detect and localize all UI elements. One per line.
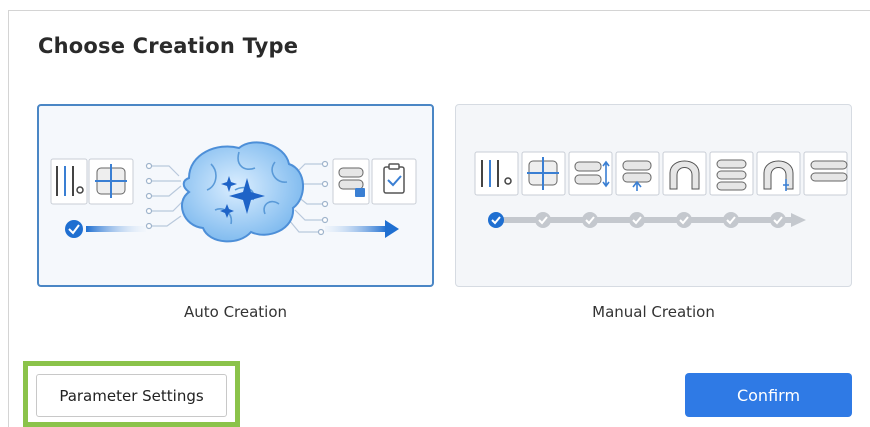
check-icon xyxy=(488,212,504,228)
aligner-model-icon xyxy=(332,158,370,205)
segmentation-icon xyxy=(521,151,566,196)
arrow-right-icon xyxy=(325,220,399,238)
aligner-icon xyxy=(803,151,848,196)
auto-creation-card[interactable] xyxy=(37,104,434,287)
aligner-model-icon xyxy=(709,151,754,196)
dialog-border-top xyxy=(8,10,870,11)
circuit-left xyxy=(151,165,184,227)
segmentation-icon xyxy=(88,158,134,205)
step-progress xyxy=(488,212,806,228)
teeth-movement-icon xyxy=(568,151,613,196)
arch-select-icon xyxy=(756,151,801,196)
tools-icon xyxy=(474,151,519,196)
parameter-settings-button[interactable]: Parameter Settings xyxy=(36,374,227,417)
manual-creation-card[interactable] xyxy=(455,104,852,287)
checklist-icon xyxy=(371,158,417,205)
dialog-title: Choose Creation Type xyxy=(38,34,299,58)
auto-creation-label: Auto Creation xyxy=(183,303,288,321)
arch-icon xyxy=(662,151,707,196)
manual-creation-illustration xyxy=(474,151,848,228)
brain-icon xyxy=(181,141,305,243)
confirm-button[interactable]: Confirm xyxy=(685,373,852,417)
tools-icon xyxy=(50,158,88,205)
auto-creation-illustration xyxy=(50,141,417,243)
manual-creation-label: Manual Creation xyxy=(592,303,715,321)
arrow-right-icon xyxy=(791,213,806,227)
check-icon xyxy=(65,220,83,238)
dialog-border-left xyxy=(8,10,9,427)
model-upload-icon xyxy=(615,151,660,196)
